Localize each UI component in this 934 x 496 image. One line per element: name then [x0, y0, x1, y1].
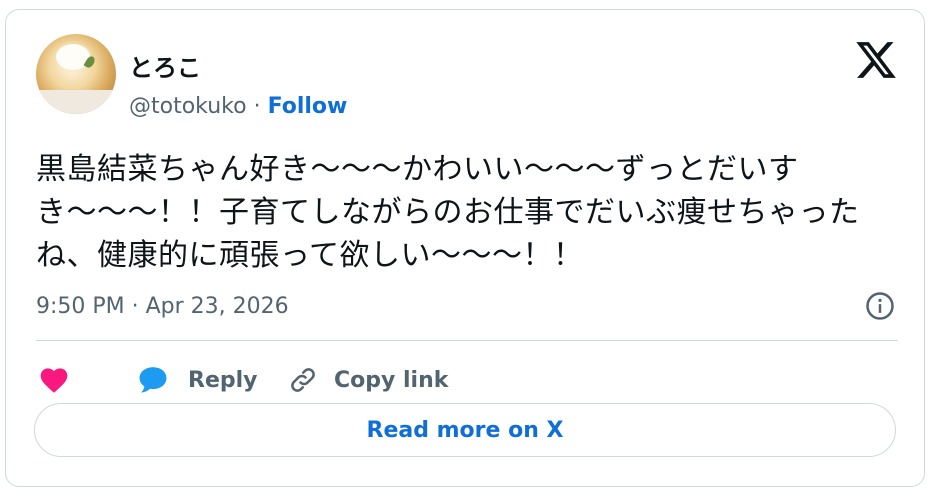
avatar[interactable] — [36, 34, 116, 114]
display-name[interactable]: とろこ — [129, 48, 201, 83]
link-icon — [291, 368, 315, 392]
handle-row: @totokuko · Follow — [129, 94, 347, 119]
reply-label: Reply — [188, 367, 258, 393]
reply-button[interactable]: Reply — [136, 360, 258, 400]
user-handle[interactable]: @totokuko — [129, 94, 247, 119]
tweet-text: 黒島結菜ちゃん好き〜〜〜かわいい〜〜〜ずっとだいすき〜〜〜！！子育てしながらのお… — [36, 152, 860, 273]
speech-bubble-icon — [139, 367, 167, 393]
x-logo-icon[interactable] — [854, 38, 898, 82]
separator: · — [246, 94, 268, 119]
copy-link-button[interactable]: Copy link — [288, 360, 448, 400]
like-button[interactable] — [38, 360, 70, 400]
tweet-card: とろこ @totokuko · Follow 黒島結菜ちゃん好き〜〜〜かわいい〜… — [5, 9, 925, 487]
read-more-button[interactable]: Read more on X — [34, 403, 896, 457]
heart-icon — [40, 368, 68, 393]
copy-link-label: Copy link — [334, 367, 449, 393]
follow-link[interactable]: Follow — [268, 94, 348, 119]
divider — [36, 340, 898, 341]
info-icon[interactable] — [865, 291, 895, 321]
timestamp[interactable]: 9:50 PM · Apr 23, 2026 — [36, 294, 289, 319]
